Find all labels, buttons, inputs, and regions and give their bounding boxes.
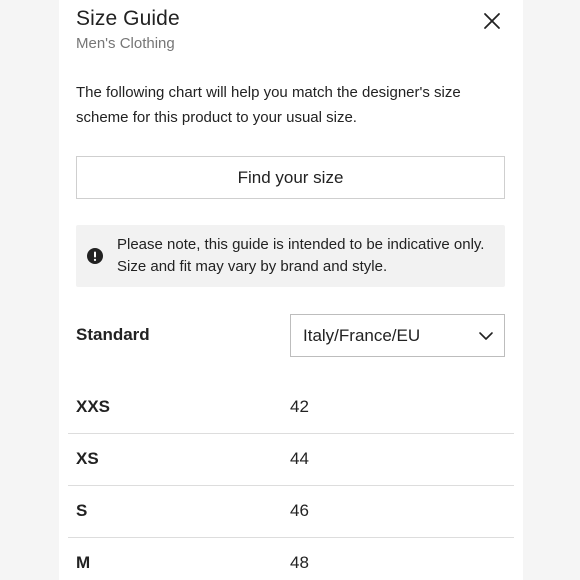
size-value: 46 bbox=[290, 501, 309, 520]
size-value: 42 bbox=[290, 397, 309, 416]
table-row: XXS 42 bbox=[68, 382, 514, 434]
close-icon bbox=[484, 13, 500, 29]
find-your-size-button[interactable]: Find your size bbox=[76, 156, 505, 199]
page-title: Size Guide bbox=[76, 7, 180, 30]
page-subtitle: Men's Clothing bbox=[76, 35, 175, 52]
size-table: XXS 42 XS 44 S 46 M 48 bbox=[68, 382, 514, 580]
standard-select-value: Italy/France/EU bbox=[303, 326, 421, 345]
size-name: XS bbox=[76, 449, 99, 468]
size-name: M bbox=[76, 553, 91, 572]
notice-text: Please note, this guide is intended to b… bbox=[117, 236, 485, 275]
notice-box: Please note, this guide is intended to b… bbox=[76, 225, 505, 287]
table-row: XS 44 bbox=[68, 434, 514, 486]
table-row: S 46 bbox=[68, 486, 514, 538]
close-button[interactable] bbox=[479, 8, 505, 34]
exclamation-circle-icon bbox=[87, 248, 103, 264]
intro-text: The following chart will help you match … bbox=[76, 84, 461, 126]
chevron-down-icon bbox=[478, 328, 494, 344]
standard-select[interactable]: Italy/France/EU bbox=[290, 314, 505, 357]
standard-label: Standard bbox=[76, 325, 150, 344]
size-name: XXS bbox=[76, 397, 111, 416]
size-name: S bbox=[76, 501, 88, 520]
size-value: 44 bbox=[290, 449, 309, 468]
table-row: M 48 bbox=[68, 538, 514, 580]
size-guide-panel: Size Guide Men's Clothing The following … bbox=[59, 0, 523, 580]
size-value: 48 bbox=[290, 553, 309, 572]
